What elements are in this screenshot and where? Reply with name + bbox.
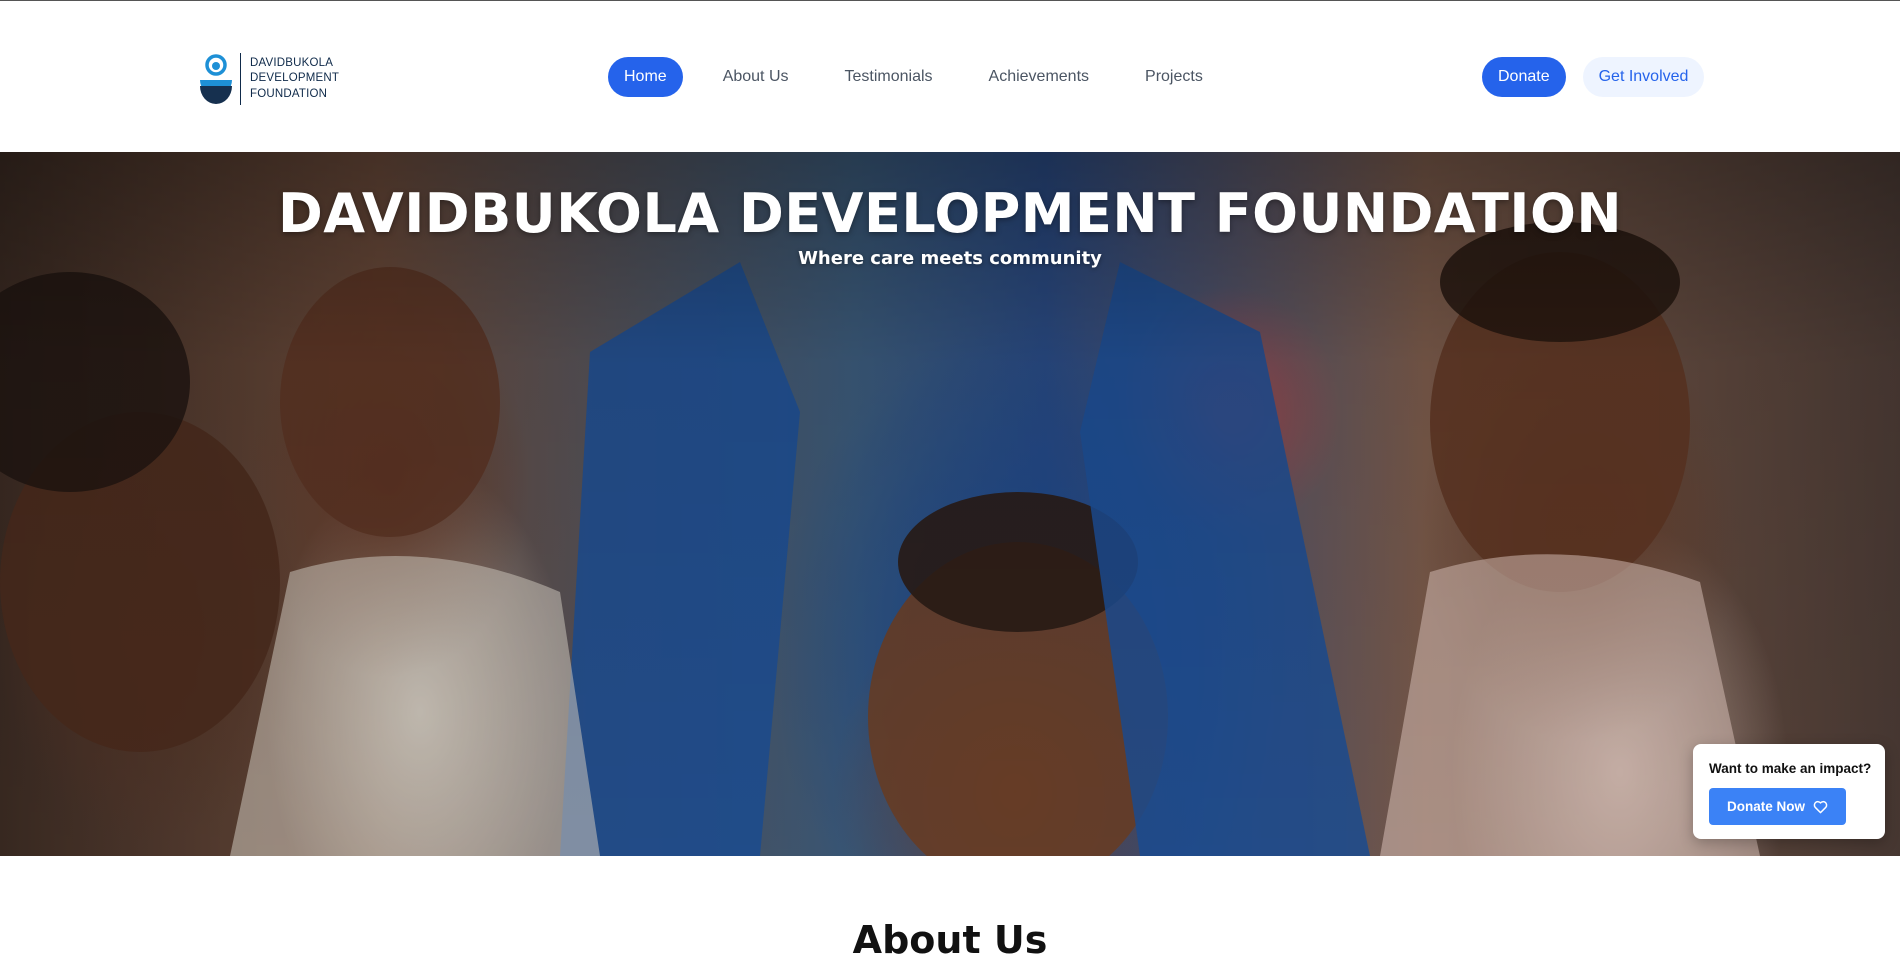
heart-icon <box>1813 800 1828 813</box>
logo-text: DAVIDBUKOLA DEVELOPMENT FOUNDATION <box>250 56 339 103</box>
logo-line-2: DEVELOPMENT <box>250 72 340 85</box>
logo[interactable]: DAVIDBUKOLA DEVELOPMENT FOUNDATION <box>198 52 339 106</box>
nav-about-us[interactable]: About Us <box>707 57 805 97</box>
nav-achievements[interactable]: Achievements <box>973 57 1106 97</box>
site-header: DAVIDBUKOLA DEVELOPMENT FOUNDATION Home … <box>0 1 1900 152</box>
get-involved-button[interactable]: Get Involved <box>1582 57 1705 97</box>
hero-subtitle: Where care meets community <box>798 248 1102 269</box>
logo-divider <box>240 53 241 105</box>
nav-home[interactable]: Home <box>608 57 683 97</box>
about-us-heading: About Us <box>852 918 1048 962</box>
nav-testimonials[interactable]: Testimonials <box>829 57 949 97</box>
foundation-logo-icon <box>198 52 234 106</box>
donate-now-label: Donate Now <box>1726 799 1805 814</box>
header-actions: Donate Get Involved <box>1482 57 1705 97</box>
donate-now-button[interactable]: Donate Now <box>1709 788 1846 825</box>
donate-button[interactable]: Donate <box>1482 57 1566 97</box>
cta-prompt: Want to make an impact? <box>1709 761 1872 776</box>
donate-cta-card: Want to make an impact? Donate Now <box>1693 744 1885 839</box>
logo-line-3: FOUNDATION <box>250 87 328 100</box>
main-nav: Home About Us Testimonials Achievements … <box>608 57 1243 97</box>
nav-projects[interactable]: Projects <box>1129 57 1219 97</box>
logo-line-1: DAVIDBUKOLA <box>250 56 334 69</box>
hero-title: DAVIDBUKOLA DEVELOPMENT FOUNDATION <box>277 182 1623 245</box>
hero-section: DAVIDBUKOLA DEVELOPMENT FOUNDATION Where… <box>0 152 1900 856</box>
